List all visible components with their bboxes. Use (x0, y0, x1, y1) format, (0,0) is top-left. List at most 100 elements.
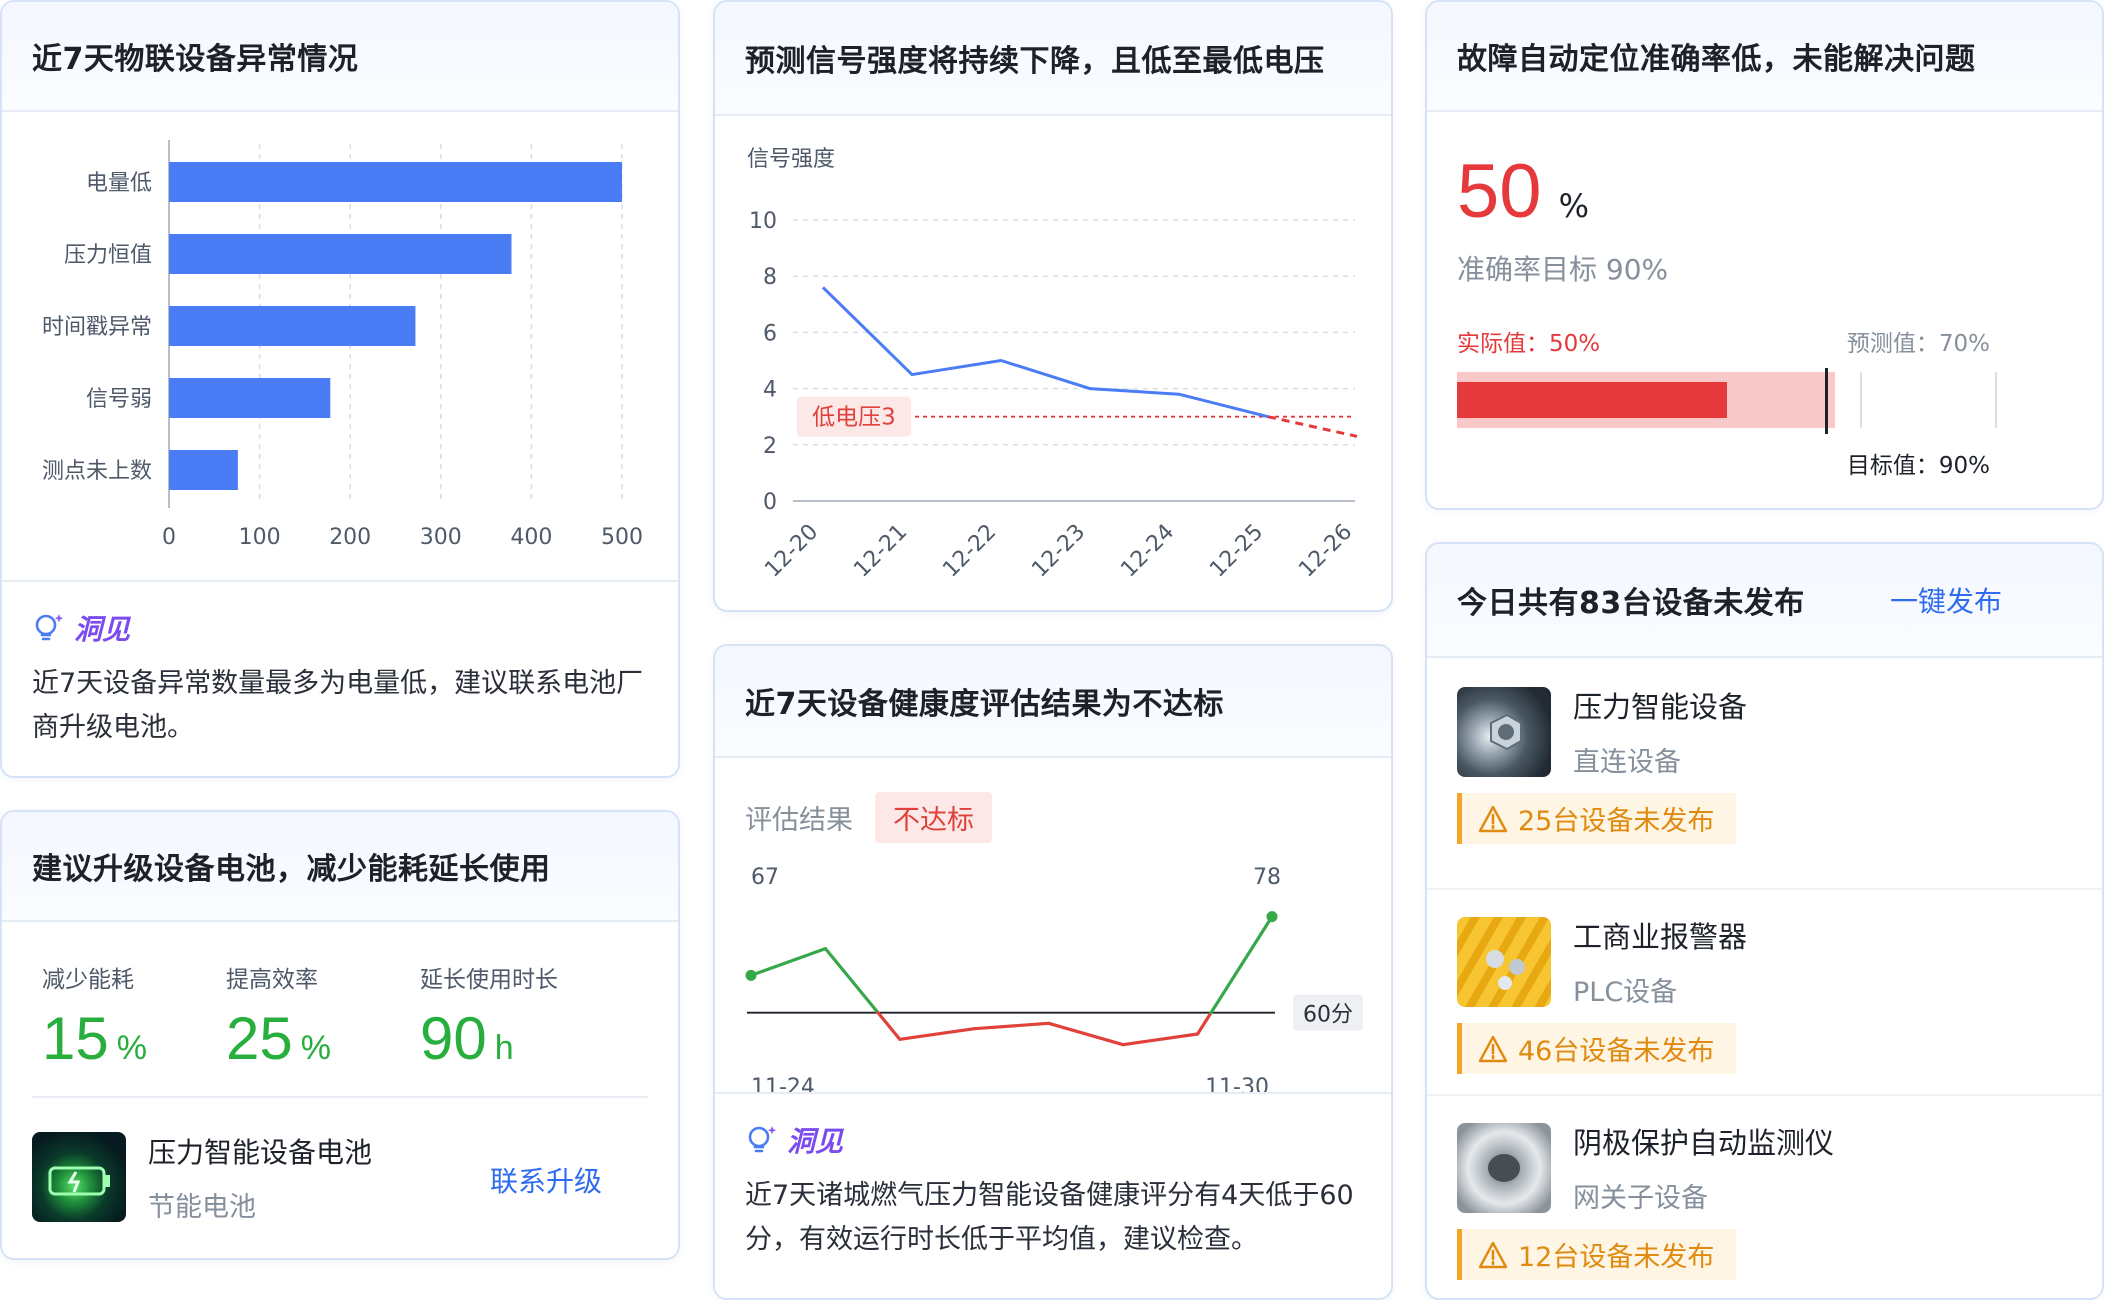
y-tick-label: 电量低 (86, 171, 152, 196)
metric-number: 15 (42, 1005, 109, 1072)
product-info: 压力智能设备电池 节能电池 (148, 1131, 372, 1224)
device-name: 工商业报警器 (1573, 920, 1748, 954)
bar (169, 378, 331, 418)
device-row[interactable]: 工商业报警器 PLC设备 46台设备未发布 (1427, 890, 2102, 1096)
device-name: 压力智能设备 (1573, 690, 1748, 724)
health-line-segment (749, 947, 828, 977)
health-line-segment (1047, 1021, 1125, 1047)
health-card: 近7天设备健康度评估结果为不达标 评估结果 不达标 60分 67 78 11-24 11… (713, 644, 1393, 1300)
device-type: 直连设备 (1573, 747, 1681, 778)
device-row[interactable]: 阴极保护自动监测仪 网关子设备 12台设备未发布 (1427, 1096, 2102, 1298)
y-tick-label: 0 (763, 490, 777, 515)
y-tick-label: 8 (763, 265, 777, 290)
y-tick-label: 信号弱 (86, 387, 152, 412)
x-tick-label: 12-21 (849, 520, 912, 583)
warning-icon (1478, 1035, 1508, 1062)
metric-value: 15% (42, 1004, 147, 1073)
anomaly-bar-chart: 0 100 200 300 400 500 电量低压力恒值时间戳异常信号弱测点未上数 (42, 140, 643, 550)
result-badge: 不达标 (875, 792, 992, 843)
accuracy-progress-track (1457, 368, 1997, 434)
x-tick-label: 200 (329, 525, 371, 550)
y-tick-label: 6 (763, 321, 777, 346)
metric-label: 延长使用时长 (420, 967, 558, 993)
device-image (1457, 686, 1551, 777)
metric-label: 减少能耗 (42, 967, 134, 993)
health-line-segment (898, 1027, 976, 1041)
device-name: 阴极保护自动监测仪 (1573, 1126, 1835, 1160)
y-tick-label: 10 (749, 209, 777, 234)
publish-card-title: 今日共有83台设备未发布 (1457, 586, 1805, 621)
health-result-row: 评估结果 不达标 (745, 792, 992, 843)
metric-value: 90 h (420, 1004, 558, 1073)
divider (32, 1096, 648, 1098)
publish-all-link[interactable]: 一键发布 (1890, 580, 2002, 620)
warning-icon (1478, 1241, 1508, 1268)
health-line-segment (823, 947, 880, 1015)
metric-unit: % (300, 1029, 331, 1067)
device-type: 网关子设备 (1573, 1183, 1708, 1214)
end-point (1266, 911, 1278, 923)
warning-text: 46台设备未发布 (1518, 1036, 1715, 1067)
health-card-header: 近7天设备健康度评估结果为不达标 (715, 646, 1391, 758)
accuracy-target-text: 准确率目标 90% (1457, 253, 1669, 286)
device-image (1457, 1122, 1551, 1213)
health-card-title: 近7天设备健康度评估结果为不达标 (745, 687, 1224, 722)
device-warning: 25台设备未发布 (1457, 793, 1737, 844)
predicted-label: 预测值：70% (1846, 331, 1990, 357)
target-label: 目标值：90% (1846, 453, 1990, 479)
product-sub: 节能电池 (148, 1191, 256, 1223)
device-main: 工商业报警器 PLC设备 (1457, 914, 2072, 1009)
insight-header: 洞见 (745, 1120, 1361, 1160)
contact-upgrade-link[interactable]: 联系升级 (490, 1160, 602, 1200)
x-tick-label: 500 (601, 525, 643, 550)
metric-energy: 减少能耗 15% (42, 960, 147, 1073)
metrics-row: 减少能耗 15% 提高效率 25% 延长使用时长 90 h (42, 960, 652, 1100)
device-warning: 46台设备未发布 (1457, 1023, 1737, 1074)
device-row[interactable]: 压力智能设备 直连设备 25台设备未发布 (1427, 684, 2102, 890)
y-tick-label: 4 (763, 378, 777, 403)
threshold-label: 60分 (1303, 1003, 1353, 1028)
device-main: 压力智能设备 直连设备 (1457, 684, 2072, 779)
bar (169, 450, 238, 490)
metric-unit: h (494, 1029, 514, 1067)
device-warning: 12台设备未发布 (1457, 1229, 1737, 1280)
lightbulb-icon (35, 614, 64, 641)
battery-product-image (32, 1132, 126, 1222)
health-insight: 洞见 近7天诸城燃气压力智能设备健康评分有4天低于60分，有效运行时长低于平均值… (715, 1092, 1391, 1298)
x-tick-label: 12-23 (1027, 520, 1090, 583)
device-info: 压力智能设备 直连设备 (1573, 684, 1747, 779)
signal-line-chart: 信号强度 0 2 4 6 8 10 12-20 12-21 12-22 12-23 12-24 12-2… (747, 147, 1358, 583)
metric-value: 25% (226, 1004, 331, 1073)
metric-label: 提高效率 (226, 967, 318, 993)
metric-number: 90 (420, 1005, 487, 1072)
lightbulb-icon (748, 1126, 777, 1153)
sphere-icon (1486, 949, 1525, 990)
y-tick-label: 时间戳异常 (42, 315, 152, 340)
start-point (745, 969, 757, 981)
accuracy-card-title: 故障自动定位准确率低，未能解决问题 (1457, 42, 1976, 77)
warning-icon (1478, 805, 1508, 832)
publish-card-header: 今日共有83台设备未发布 一键发布 (1427, 544, 2102, 658)
x-tick-label: 12-22 (938, 520, 1001, 583)
warning-text: 12台设备未发布 (1518, 1242, 1715, 1273)
bar (169, 306, 416, 346)
result-label: 评估结果 (745, 805, 853, 836)
y-axis-title: 信号强度 (747, 147, 835, 172)
anomaly-insight: 洞见 近7天设备异常数量最多为电量低，建议联系电池厂商升级电池。 (2, 580, 678, 776)
x-tick-label: 12-25 (1205, 520, 1268, 583)
end-value-label: 78 (1253, 866, 1281, 890)
product-row: 压力智能设备电池 节能电池 联系升级 (32, 1130, 652, 1224)
insight-header: 洞见 (32, 608, 648, 648)
accuracy-card: 故障自动定位准确率低，未能解决问题 50 % 准确率目标 90% 实际值：50%… (1425, 0, 2104, 510)
x-tick-label: 300 (420, 525, 462, 550)
forecast-line (1267, 415, 1358, 438)
device-main: 阴极保护自动监测仪 网关子设备 (1457, 1120, 2072, 1215)
upgrade-card-header: 建议升级设备电池，减少能耗延长使用 (2, 812, 678, 922)
actual-progress-fill (1457, 382, 1727, 418)
device-image (1457, 916, 1551, 1007)
upgrade-card: 建议升级设备电池，减少能耗延长使用 减少能耗 15% 提高效率 25% 延长使用… (0, 810, 680, 1260)
metric-number: 25 (226, 1005, 293, 1072)
actual-label: 实际值：50% (1457, 331, 1601, 357)
x-tick-label: 12-24 (1116, 520, 1179, 583)
signal-card: 预测信号强度将持续下降，且低至最低电压 信号强度 0 2 4 6 8 10 12-20 12-2… (713, 0, 1393, 612)
